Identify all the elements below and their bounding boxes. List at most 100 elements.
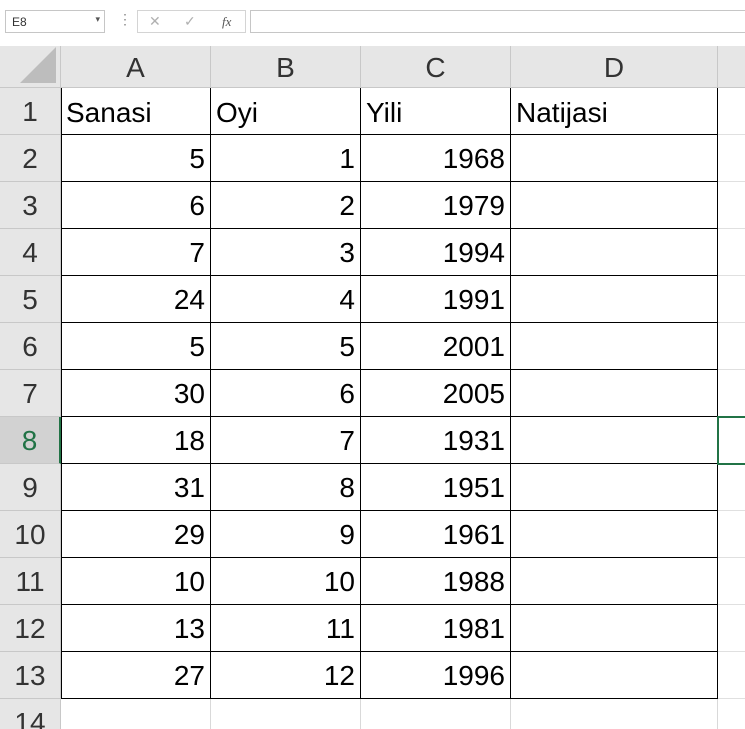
select-all-icon [20,47,56,83]
cell-b13[interactable]: 12 [211,652,361,699]
cell-a14[interactable] [61,699,211,729]
column-header-a[interactable]: A [61,46,211,88]
cell-e6[interactable] [718,323,745,370]
cell-b10[interactable]: 9 [211,511,361,558]
row-header-4[interactable]: 4 [0,229,61,276]
cell-e4[interactable] [718,229,745,276]
row-header-6[interactable]: 6 [0,323,61,370]
cell-e12[interactable] [718,605,745,652]
cell-d12[interactable] [511,605,718,652]
cell-a11[interactable]: 10 [61,558,211,605]
cell-e13[interactable] [718,652,745,699]
row-header-12[interactable]: 12 [0,605,61,652]
cell-d14[interactable] [511,699,718,729]
cell-c2[interactable]: 1968 [361,135,511,182]
cell-d10[interactable] [511,511,718,558]
cell-d4[interactable] [511,229,718,276]
row-header-10[interactable]: 10 [0,511,61,558]
cancel-icon[interactable]: ✕ [149,13,161,30]
cell-e7[interactable] [718,370,745,417]
cell-c10[interactable]: 1961 [361,511,511,558]
cell-c9[interactable]: 1951 [361,464,511,511]
cell-b6[interactable]: 5 [211,323,361,370]
insert-function-icon[interactable]: fx [222,14,231,30]
cell-e1[interactable] [718,88,745,135]
cell-a10[interactable]: 29 [61,511,211,558]
cell-d5[interactable] [511,276,718,323]
cell-c3[interactable]: 1979 [361,182,511,229]
cell-b12[interactable]: 11 [211,605,361,652]
cell-a2[interactable]: 5 [61,135,211,182]
cell-c6[interactable]: 2001 [361,323,511,370]
cell-c14[interactable] [361,699,511,729]
cell-c12[interactable]: 1981 [361,605,511,652]
cell-b3[interactable]: 2 [211,182,361,229]
cell-b1[interactable]: Oyi [211,88,361,135]
column-header-d[interactable]: D [511,46,718,88]
name-box-value: E8 [12,15,27,29]
enter-icon[interactable]: ✓ [184,13,196,30]
cell-a8[interactable]: 18 [61,417,211,464]
cell-b4[interactable]: 3 [211,229,361,276]
row-header-1[interactable]: 1 [0,88,61,135]
cell-b7[interactable]: 6 [211,370,361,417]
row-header-2[interactable]: 2 [0,135,61,182]
cell-a12[interactable]: 13 [61,605,211,652]
cell-b14[interactable] [211,699,361,729]
cell-c5[interactable]: 1991 [361,276,511,323]
cell-d13[interactable] [511,652,718,699]
cell-d11[interactable] [511,558,718,605]
row-header-7[interactable]: 7 [0,370,61,417]
formula-input[interactable] [250,10,745,33]
cell-a4[interactable]: 7 [61,229,211,276]
cell-c8[interactable]: 1931 [361,417,511,464]
name-box[interactable]: E8 ▾ [5,10,105,33]
cell-e9[interactable] [718,464,745,511]
cell-c7[interactable]: 2005 [361,370,511,417]
cell-e10[interactable] [718,511,745,558]
cell-d2[interactable] [511,135,718,182]
cell-a5[interactable]: 24 [61,276,211,323]
cell-e11[interactable] [718,558,745,605]
cell-c4[interactable]: 1994 [361,229,511,276]
row-header-14[interactable]: 14 [0,699,61,729]
cell-a13[interactable]: 27 [61,652,211,699]
column-header-b[interactable]: B [211,46,361,88]
cell-c13[interactable]: 1996 [361,652,511,699]
cell-e2[interactable] [718,135,745,182]
select-all-button[interactable] [0,46,61,88]
cell-e5[interactable] [718,276,745,323]
cell-c11[interactable]: 1988 [361,558,511,605]
cell-b9[interactable]: 8 [211,464,361,511]
cell-a9[interactable]: 31 [61,464,211,511]
column-header-c[interactable]: C [361,46,511,88]
cell-d3[interactable] [511,182,718,229]
row-header-8[interactable]: 8 [0,417,61,464]
spreadsheet-grid: A B C D 1 2 3 4 5 6 7 8 9 10 11 12 13 14 Sanasi Oyi Yili Nati… [0,46,745,729]
cell-d7[interactable] [511,370,718,417]
chevron-down-icon[interactable]: ▾ [95,14,100,25]
cell-a6[interactable]: 5 [61,323,211,370]
row-header-3[interactable]: 3 [0,182,61,229]
formula-bar: E8 ▾ ⋮ ✕ ✓ fx [0,0,745,46]
drag-handle-icon[interactable]: ⋮ [118,11,132,28]
cell-c1[interactable]: Yili [361,88,511,135]
cell-b8[interactable]: 7 [211,417,361,464]
cell-d8[interactable] [511,417,718,464]
cell-b2[interactable]: 1 [211,135,361,182]
cell-a7[interactable]: 30 [61,370,211,417]
column-header-e[interactable] [718,46,745,88]
cell-a3[interactable]: 6 [61,182,211,229]
cell-b5[interactable]: 4 [211,276,361,323]
cell-d6[interactable] [511,323,718,370]
row-header-9[interactable]: 9 [0,464,61,511]
row-header-11[interactable]: 11 [0,558,61,605]
cell-d1[interactable]: Natijasi [511,88,718,135]
cell-b11[interactable]: 10 [211,558,361,605]
cell-e3[interactable] [718,182,745,229]
cell-d9[interactable] [511,464,718,511]
row-header-5[interactable]: 5 [0,276,61,323]
selected-cell-e8[interactable] [717,416,745,465]
cell-a1[interactable]: Sanasi [61,88,211,135]
row-header-13[interactable]: 13 [0,652,61,699]
